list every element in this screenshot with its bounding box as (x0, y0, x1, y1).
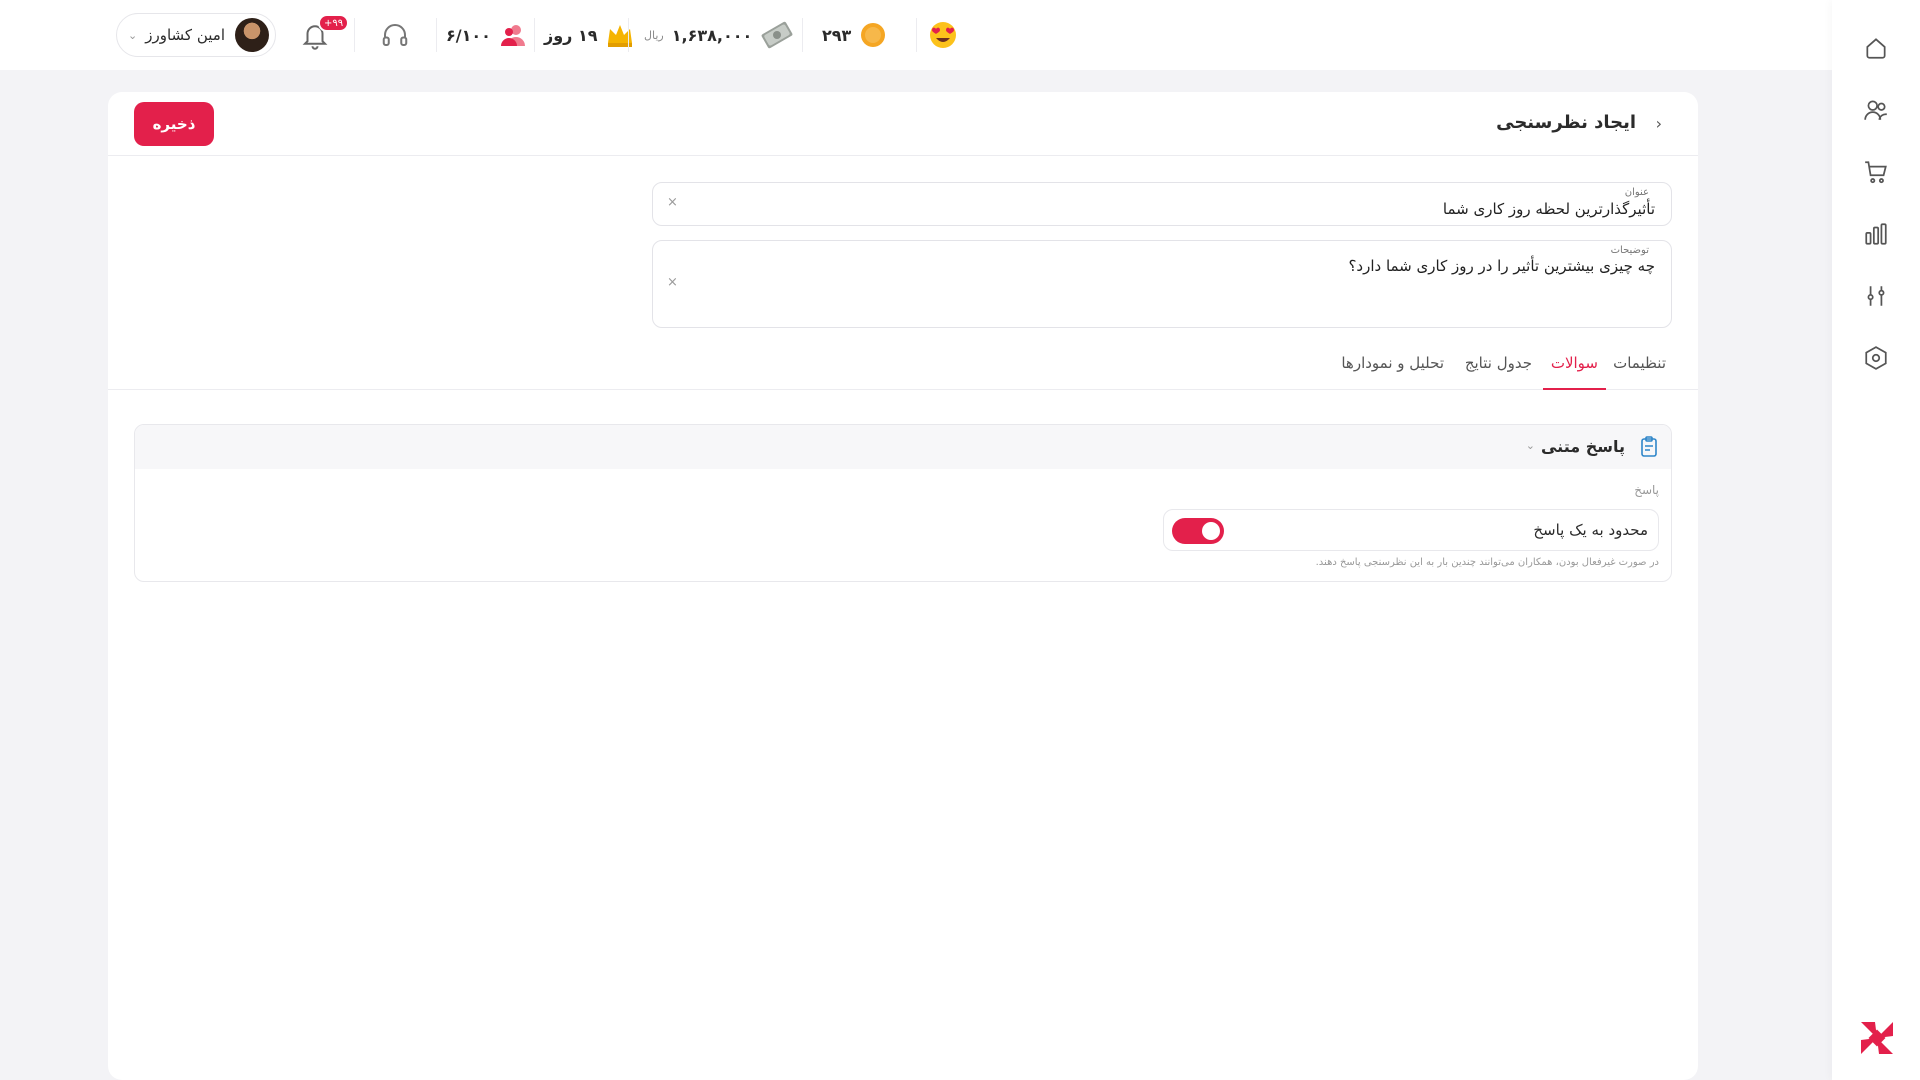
notification-badge: +۹۹ (318, 14, 350, 32)
clipboard-icon (1641, 436, 1657, 457)
sidebar (1832, 0, 1920, 1080)
limit-one-answer-toggle[interactable] (1172, 518, 1224, 544)
sidebar-item-shop[interactable] (1860, 156, 1892, 188)
question-card: پاسخ متنی ⌄ پاسخ محدود به یک پاسخ در صور… (134, 424, 1672, 582)
sidebar-item-filters[interactable] (1860, 280, 1892, 312)
avatar (235, 18, 269, 52)
title-label: عنوان (1624, 187, 1649, 198)
settings-sliders-icon (1867, 286, 1885, 306)
answer-label: پاسخ (1634, 483, 1659, 497)
description-label: توضیحات (1610, 245, 1649, 256)
divider (916, 18, 917, 52)
page-title: ایجاد نظرسنجی (1496, 112, 1636, 133)
balance-value: ۱,۶۳۸,۰۰۰ (671, 25, 753, 45)
clear-description-icon[interactable]: × (667, 275, 678, 290)
chevron-down-icon[interactable]: ⌄ (1526, 439, 1535, 452)
sidebar-item-users[interactable] (1860, 94, 1892, 126)
save-button[interactable]: ذخیره (134, 102, 214, 146)
cart-icon (1865, 161, 1887, 184)
sidebar-item-reports[interactable] (1860, 218, 1892, 250)
limit-one-answer-row: محدود به یک پاسخ (1163, 509, 1659, 551)
profile-menu[interactable]: امین کشاورز ⌄ (116, 13, 276, 57)
divider (354, 18, 355, 52)
subscription-days: ۱۹ روز (544, 25, 598, 45)
divider (628, 18, 629, 52)
sidebar-item-settings[interactable] (1860, 342, 1892, 374)
home-icon (1866, 38, 1886, 59)
tab-analysis-charts[interactable]: تحلیل و نمودارها (1333, 352, 1452, 390)
chart-icon (1865, 223, 1887, 245)
tab-settings[interactable]: تنظیمات (1605, 352, 1674, 390)
money-icon (761, 21, 793, 49)
tab-results-table[interactable]: جدول نتایج (1457, 352, 1540, 390)
divider (802, 18, 803, 52)
description-field[interactable]: توضیحات چه چیزی بیشترین تأثیر را در روز … (652, 240, 1672, 328)
hexagon-settings-icon (1865, 346, 1887, 370)
headset-icon[interactable] (380, 20, 410, 50)
coin-icon (861, 23, 886, 47)
clear-title-icon[interactable]: × (667, 195, 678, 210)
subscription-stat: ۱۹ روز (544, 18, 635, 52)
description-value[interactable]: چه چیزی بیشترین تأثیر را در روز کاری شما… (1348, 257, 1655, 275)
divider (436, 18, 437, 52)
title-value[interactable]: تأثیرگذارترین لحظه روز کاری شما (1443, 200, 1655, 218)
card-header: ذخیره › ایجاد نظرسنجی (108, 92, 1698, 156)
main-card: ذخیره › ایجاد نظرسنجی عنوان تأثیرگذارتری… (108, 92, 1698, 1080)
limit-one-answer-label: محدود به یک پاسخ (1533, 521, 1648, 539)
balance-stat: ۱,۶۳۸,۰۰۰ ریال (644, 18, 794, 52)
users-icon (500, 25, 525, 46)
balance-unit: ریال (644, 28, 664, 42)
crown-icon (608, 25, 633, 47)
chevron-down-icon: ⌄ (128, 28, 138, 42)
sidebar-item-home[interactable] (1860, 32, 1892, 64)
capacity-stat: ۶/۱۰۰ (446, 18, 527, 52)
chevron-right-icon[interactable]: › (1656, 114, 1662, 133)
question-type-title: پاسخ متنی (1540, 437, 1625, 456)
toggle-knob (1202, 522, 1220, 540)
heart-eyes-emoji-icon[interactable] (928, 20, 958, 50)
logo-icon[interactable] (1859, 1020, 1895, 1056)
tab-questions[interactable]: سوالات (1542, 352, 1606, 390)
limit-hint: در صورت غیرفعال بودن، همکاران می‌توانند … (1315, 557, 1659, 568)
tabs: تنظیمات سوالات جدول نتایج تحلیل و نمودار… (108, 352, 1698, 390)
question-header[interactable]: پاسخ متنی ⌄ (135, 425, 1671, 469)
divider (534, 18, 535, 52)
users-icon (1864, 100, 1887, 121)
coins-value: ۲۹۳ (822, 25, 852, 45)
capacity-value: ۶/۱۰۰ (446, 25, 491, 45)
title-field[interactable]: عنوان تأثیرگذارترین لحظه روز کاری شما × (652, 182, 1672, 226)
user-name: امین کشاورز (145, 26, 225, 44)
coins-stat: ۲۹۳ (822, 18, 887, 52)
top-bar: امین کشاورز ⌄ +۹۹ ۶/۱۰۰ ۱۹ روز ۱,۶۳۸,۰۰۰… (0, 0, 1832, 70)
